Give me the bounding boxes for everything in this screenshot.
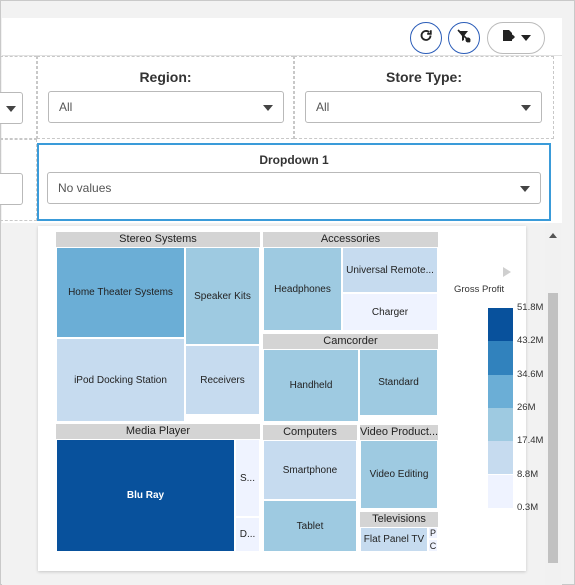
- group-header-televisions[interactable]: Televisions: [360, 512, 438, 527]
- export-icon: [501, 29, 516, 48]
- legend-color-step: [488, 374, 513, 408]
- region-filter: Region: All: [37, 56, 294, 139]
- filter-cell-partial-2: [0, 139, 37, 221]
- store-type-value: All: [316, 100, 330, 114]
- chevron-down-icon: [521, 35, 531, 41]
- group-header-camcorder[interactable]: Camcorder: [263, 334, 438, 349]
- region-select[interactable]: All: [48, 91, 284, 123]
- app-frame: Region: All Store Type: All Dropdown 1 N…: [0, 0, 575, 585]
- legend-color-step: [488, 441, 513, 475]
- chevron-down-icon: [520, 186, 530, 192]
- tile-standard[interactable]: Standard: [359, 349, 438, 416]
- legend-tick-label: 26M: [517, 401, 536, 413]
- chevron-down-icon: [6, 106, 16, 112]
- refresh-icon: [419, 29, 433, 48]
- legend-tick-label: 8.8M: [517, 468, 539, 480]
- dropdown1-filter[interactable]: Dropdown 1 No values: [37, 143, 551, 221]
- chevron-down-icon: [521, 105, 531, 111]
- tile-video-editing[interactable]: Video Editing: [360, 440, 438, 509]
- export-button[interactable]: [487, 22, 545, 54]
- group-header-media[interactable]: Media Player: [56, 424, 260, 439]
- filter-cell-partial: [0, 56, 37, 139]
- tile-speaker-kits[interactable]: Speaker Kits: [185, 247, 260, 345]
- region-label: Region:: [139, 69, 192, 85]
- tile-charger[interactable]: Charger: [342, 293, 438, 331]
- store-type-filter: Store Type: All: [294, 56, 554, 139]
- legend-color-step: [488, 407, 513, 442]
- tile-receivers[interactable]: Receivers: [185, 345, 260, 415]
- tile-headphones[interactable]: Headphones: [263, 247, 342, 331]
- tile-universal-remote[interactable]: Universal Remote...: [342, 247, 438, 293]
- dropdown1-value: No values: [58, 181, 112, 195]
- tile-media-s[interactable]: S...: [235, 439, 260, 517]
- clear-filters-button[interactable]: [448, 22, 480, 54]
- legend-tick-label: 0.3M: [517, 501, 539, 513]
- scrollbar-thumb[interactable]: [548, 293, 558, 563]
- group-header-computers[interactable]: Computers: [263, 425, 357, 440]
- tile-flat-panel-tv[interactable]: Flat Panel TV: [360, 527, 428, 552]
- legend-title: Gross Profit: [454, 284, 505, 295]
- content-scrollbar[interactable]: [545, 223, 561, 585]
- tile-smartphone[interactable]: Smartphone: [263, 440, 357, 500]
- legend-tick-label: 17.4M: [517, 435, 544, 447]
- legend-tick-label: 34.6M: [517, 368, 544, 380]
- group-header-accessories[interactable]: Accessories: [263, 232, 438, 247]
- store-type-select[interactable]: All: [305, 91, 542, 123]
- tile-ipod-docking[interactable]: iPod Docking Station: [56, 338, 185, 422]
- dashboard-content: Stereo Systems Home Theater Systems Spea…: [2, 223, 562, 585]
- dropdown1-select[interactable]: No values: [47, 172, 541, 204]
- tile-home-theater[interactable]: Home Theater Systems: [56, 247, 185, 338]
- partial-select[interactable]: [0, 92, 23, 124]
- group-header-stereo[interactable]: Stereo Systems: [56, 232, 260, 247]
- scroll-up-icon[interactable]: [549, 233, 557, 238]
- tile-media-d[interactable]: D...: [235, 517, 260, 552]
- tile-blu-ray[interactable]: Blu Ray: [56, 439, 235, 552]
- legend-color-step: [488, 308, 513, 342]
- partial-input[interactable]: [0, 173, 23, 205]
- tile-tv-c[interactable]: C: [428, 539, 438, 552]
- legend-tick-label: 43.2M: [517, 335, 544, 347]
- legend-tick-label: 51.8M: [517, 302, 544, 313]
- tile-tablet[interactable]: Tablet: [263, 500, 357, 552]
- chevron-down-icon: [263, 105, 273, 111]
- dropdown1-label: Dropdown 1: [259, 153, 329, 167]
- tile-handheld[interactable]: Handheld: [263, 349, 359, 422]
- legend-color-step: [488, 474, 513, 508]
- region-value: All: [59, 100, 73, 114]
- filter-off-icon: [456, 28, 472, 49]
- legend-next-icon[interactable]: [502, 267, 512, 277]
- treemap-card: Stereo Systems Home Theater Systems Spea…: [38, 226, 543, 571]
- store-type-label: Store Type:: [386, 69, 462, 85]
- tile-tv-p[interactable]: P: [428, 527, 438, 539]
- refresh-button[interactable]: [410, 22, 442, 54]
- toolbar: [2, 18, 562, 56]
- legend-color-step: [488, 341, 513, 375]
- group-header-video[interactable]: Video Product...: [360, 425, 438, 440]
